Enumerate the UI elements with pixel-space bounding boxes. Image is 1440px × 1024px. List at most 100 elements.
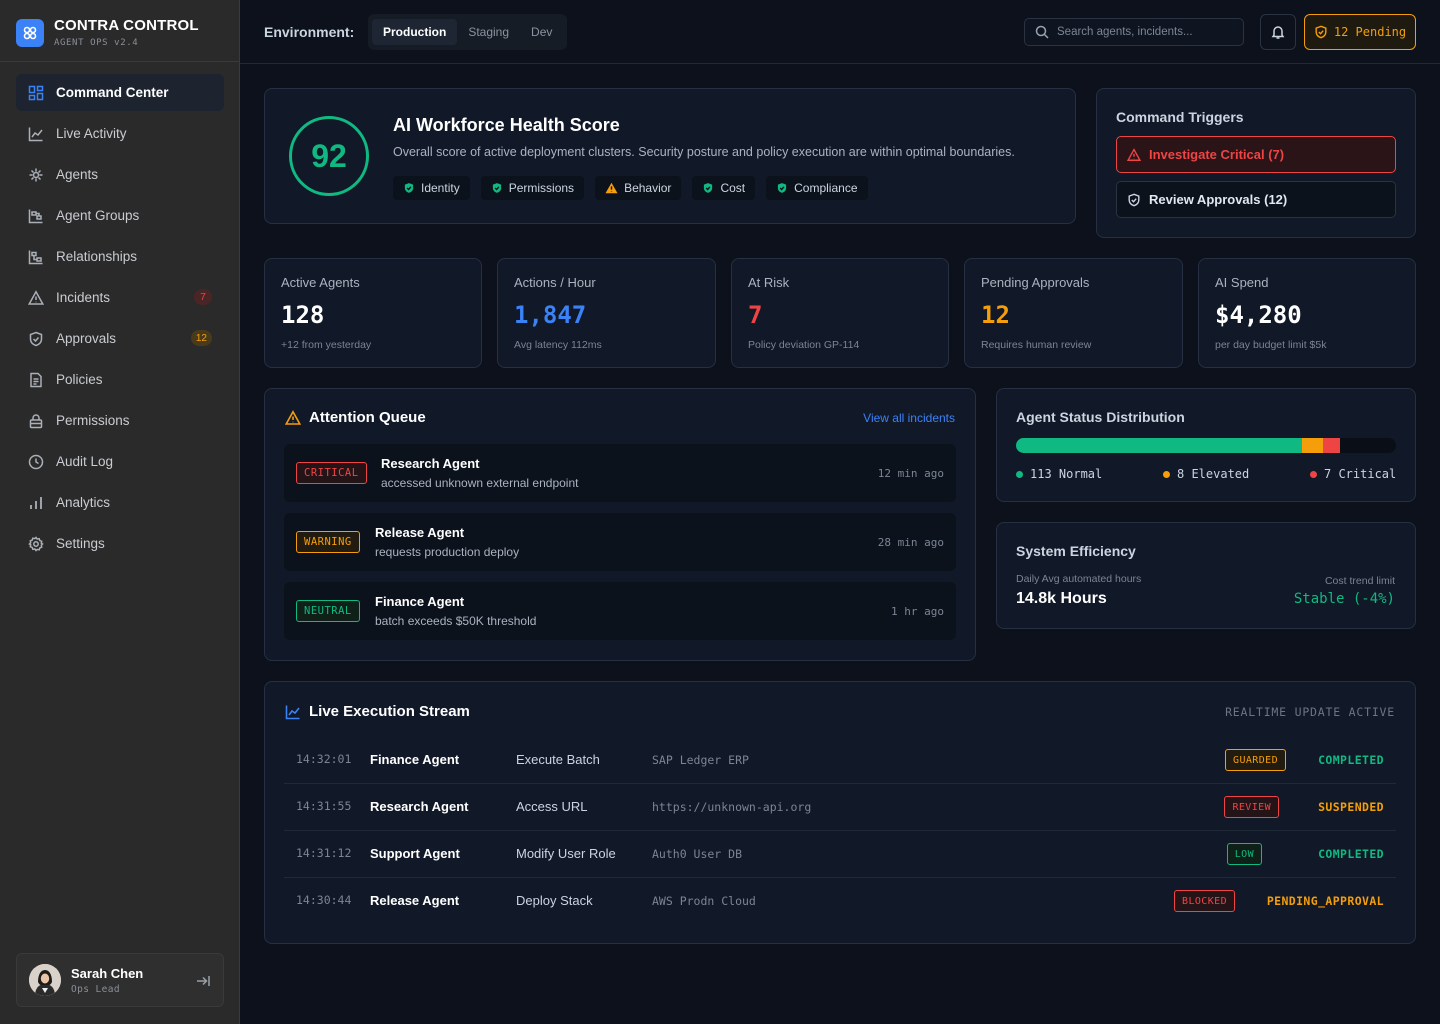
review-approvals-button[interactable]: Review Approvals (12) (1116, 181, 1396, 218)
list-item[interactable]: WARNING Release Agent requests productio… (284, 513, 956, 571)
chip-label: Permissions (508, 181, 575, 195)
sidebar-item-live-activity[interactable]: Live Activity (16, 115, 224, 152)
stat-card-pending-approvals: Pending Approvals 12 Requires human revi… (964, 258, 1183, 368)
sidebar-item-label: Command Center (56, 85, 169, 100)
agent-status-distribution-card: Agent Status Distribution 113 Normal 8 E… (996, 388, 1416, 502)
sidebar-item-approvals[interactable]: Approvals 12 (16, 320, 224, 357)
table-row[interactable]: 14:30:44 Release Agent Deploy Stack AWS … (284, 878, 1396, 925)
stat-label: Pending Approvals (981, 275, 1090, 290)
activity-chart-icon (285, 705, 300, 719)
chip-compliance[interactable]: Compliance (766, 176, 868, 200)
investigate-critical-button[interactable]: Investigate Critical (7) (1116, 136, 1396, 173)
sidebar-item-agent-groups[interactable]: Agent Groups (16, 197, 224, 234)
efficiency-title: System Efficiency (1016, 543, 1136, 559)
shield-check-icon (704, 183, 713, 193)
clock-icon (28, 454, 44, 469)
row-agent: Research Agent (370, 799, 469, 814)
efficiency-left-label: Daily Avg automated hours (1016, 573, 1142, 585)
risk-badge: LOW (1226, 843, 1262, 865)
stat-sub: +12 from yesterday (281, 339, 372, 351)
stat-card-at-risk: At Risk 7 Policy deviation GP-114 (731, 258, 949, 368)
list-item[interactable]: CRITICAL Research Agent accessed unknown… (284, 444, 956, 502)
row-action: Deploy Stack (516, 893, 593, 908)
brand[interactable]: CONTRA CONTROL AGENT OPS v2.4 (16, 17, 199, 48)
table-row[interactable]: 14:31:12 Support Agent Modify User Role … (284, 831, 1396, 878)
tab-production[interactable]: Production (372, 19, 458, 45)
stat-label: AI Spend (1215, 275, 1269, 290)
sidebar-item-analytics[interactable]: Analytics (16, 484, 224, 521)
sidebar-item-label: Agents (56, 167, 99, 182)
row-action: Access URL (516, 799, 588, 814)
search-input[interactable] (1057, 26, 1227, 38)
tab-staging[interactable]: Staging (457, 19, 520, 45)
user-profile[interactable]: Sarah Chen Ops Lead (16, 953, 224, 1007)
brand-name: CONTRA CONTROL (54, 17, 199, 34)
chip-label: Identity (421, 181, 460, 195)
dot-icon (1163, 470, 1170, 478)
sidebar-item-label: Policies (56, 372, 103, 387)
row-status: COMPLETED (1318, 753, 1384, 767)
dot-icon (1016, 470, 1023, 478)
notifications-button[interactable] (1260, 14, 1296, 50)
segment-critical (1322, 438, 1341, 453)
row-target: https://unknown-api.org (652, 800, 812, 814)
queue-time: 1 hr ago (891, 605, 944, 618)
pending-approvals-button[interactable]: 12 Pending (1304, 14, 1416, 50)
sidebar-item-agents[interactable]: Agents (16, 156, 224, 193)
chip-behavior[interactable]: Behavior (595, 176, 682, 200)
search-icon (1035, 25, 1049, 39)
stat-value: 128 (281, 301, 325, 329)
sidebar-item-label: Agent Groups (56, 208, 140, 223)
brand-logo-icon (16, 18, 44, 47)
efficiency-right-label: Cost trend limit (1324, 575, 1395, 587)
queue-description: batch exceeds $50K threshold (375, 614, 537, 628)
shield-check-icon (404, 183, 414, 193)
lock-icon (29, 413, 43, 428)
shield-check-icon (1128, 193, 1140, 206)
brand-version: AGENT OPS v2.4 (54, 38, 139, 48)
sidebar-item-incidents[interactable]: Incidents 7 (16, 279, 224, 316)
risk-badge: BLOCKED (1174, 890, 1235, 912)
efficiency-left-value: 14.8k Hours (1016, 590, 1107, 607)
distribution-bar (1016, 438, 1396, 453)
sidebar-item-label: Permissions (56, 413, 130, 428)
chip-permissions[interactable]: Permissions (480, 176, 585, 200)
table-row[interactable]: 14:32:01 Finance Agent Execute Batch SAP… (284, 737, 1396, 784)
tab-dev[interactable]: Dev (520, 19, 563, 45)
shield-check-icon (492, 183, 501, 193)
incidents-count-badge: 7 (194, 289, 212, 305)
stat-sub: Avg latency 112ms (514, 339, 602, 351)
sidebar-nav: Command Center Live Activity Agents Agen… (16, 74, 224, 566)
sidebar-item-command-center[interactable]: Command Center (16, 74, 224, 111)
sidebar-item-permissions[interactable]: Permissions (16, 402, 224, 439)
legend-label: 113 Normal (1030, 467, 1103, 481)
dot-icon (1310, 470, 1317, 478)
logout-icon[interactable] (195, 973, 211, 989)
gear-icon (28, 535, 44, 552)
stat-card-active-agents: Active Agents 128 +12 from yesterday (264, 258, 482, 368)
table-row[interactable]: 14:31:55 Research Agent Access URL https… (284, 784, 1396, 831)
stat-sub: per day budget limit $5k (1215, 339, 1327, 351)
chip-identity[interactable]: Identity (393, 176, 470, 200)
sidebar-item-relationships[interactable]: Relationships (16, 238, 224, 275)
stat-label: At Risk (748, 275, 790, 290)
row-agent: Finance Agent (370, 752, 460, 767)
sidebar-item-audit-log[interactable]: Audit Log (16, 443, 224, 480)
sidebar-item-policies[interactable]: Policies (16, 361, 224, 398)
attention-queue-title: Attention Queue (285, 409, 426, 426)
list-item[interactable]: NEUTRAL Finance Agent batch exceeds $50K… (284, 582, 956, 640)
row-action: Execute Batch (516, 752, 600, 767)
chip-cost[interactable]: Cost (692, 176, 756, 200)
chip-label: Behavior (624, 181, 672, 195)
sidebar-divider (0, 61, 239, 62)
view-all-incidents-link[interactable]: View all incidents (863, 411, 955, 425)
stat-label: Active Agents (281, 275, 360, 290)
row-time: 14:31:12 (296, 846, 352, 860)
queue-agent-name: Research Agent (381, 456, 480, 471)
sidebar-item-settings[interactable]: Settings (16, 525, 224, 562)
warning-icon (28, 289, 44, 305)
sidebar-item-label: Incidents (56, 290, 111, 305)
stat-card-actions-hour: Actions / Hour 1,847 Avg latency 112ms (497, 258, 716, 368)
sidebar-item-label: Settings (56, 536, 105, 551)
row-target: Auth0 User DB (652, 847, 743, 861)
